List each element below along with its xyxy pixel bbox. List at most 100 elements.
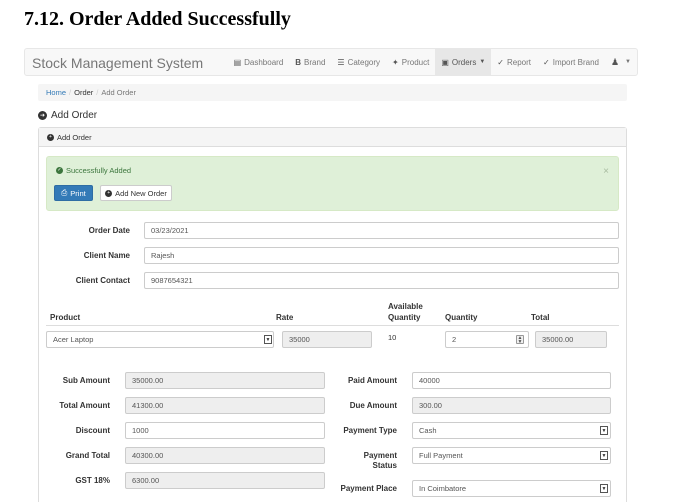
print-button[interactable]: ⎙ Print (54, 185, 93, 201)
table-divider (46, 325, 619, 326)
payment-place-value: In Coimbatore (419, 484, 467, 493)
circle-arrow-icon: ➜ (38, 111, 47, 120)
due-amount-label: Due Amount (349, 401, 397, 410)
payment-type-label: Payment Type (343, 426, 397, 435)
check-icon: ✓ (497, 57, 504, 67)
paid-amount-input[interactable]: 40000 (412, 372, 611, 389)
grand-total-label: Grand Total (65, 451, 110, 460)
breadcrumb-home[interactable]: Home (46, 88, 66, 97)
breadcrumb-current: Add Order (101, 88, 136, 97)
alert-text: Successfully Added (66, 166, 132, 175)
nav-item-label: Orders (451, 57, 477, 67)
alert-message: ✓ Successfully Added (56, 166, 131, 175)
check-icon: ✓ (543, 57, 550, 67)
column-header-available-line2: Quantity (388, 313, 421, 322)
nav-item-label: Dashboard (244, 57, 284, 67)
product-select[interactable]: Acer Laptop (46, 331, 274, 348)
pushpin-icon: ✦ (392, 57, 399, 67)
quantity-stepper[interactable]: 2 ▲ ▼ (445, 331, 529, 348)
navbar-brand[interactable]: Stock Management System (32, 55, 203, 71)
nav-item-import-brand[interactable]: ✓ Import Brand (537, 49, 605, 75)
discount-label: Discount (75, 426, 110, 435)
order-date-label: Order Date (88, 226, 130, 235)
nav-item-label: Product (401, 57, 430, 67)
nav-item-dashboard[interactable]: ▤ Dashboard (228, 49, 290, 75)
quantity-value: 2 (452, 335, 457, 344)
document-heading: 7.12. Order Added Successfully (24, 8, 291, 30)
payment-place-label: Payment Place (340, 484, 397, 493)
page-title: ➜ Add Order (38, 110, 97, 121)
print-button-label: Print (70, 188, 86, 198)
rate-field: 35000 (282, 331, 372, 348)
payment-type-select[interactable]: Cash (412, 422, 611, 439)
total-field: 35000.00 (535, 331, 607, 348)
add-new-order-label: Add New Order (115, 188, 167, 198)
nav-item-user[interactable]: ♟ ▼ (605, 49, 637, 75)
payment-status-label-1: Payment (363, 451, 397, 460)
paid-amount-label: Paid Amount (347, 376, 397, 385)
dropdown-arrow-icon[interactable]: ▼ (600, 426, 608, 435)
due-amount-field: 300.00 (412, 397, 611, 414)
bold-b-icon: B (295, 57, 302, 67)
nav-items: ▤ Dashboard B Brand ☰ Category ✦ Product… (228, 49, 637, 75)
page-title-text: Add Order (51, 110, 98, 121)
nav-item-label: Brand (304, 57, 326, 67)
caret-down-icon: ▼ (479, 59, 486, 65)
navbar: Stock Management System ▤ Dashboard B Br… (24, 48, 638, 76)
sub-amount-label: Sub Amount (62, 376, 110, 385)
payment-status-value: Full Payment (419, 451, 463, 460)
product-select-value: Acer Laptop (53, 335, 94, 344)
column-header-quantity: Quantity (445, 313, 478, 322)
column-header-product: Product (50, 313, 81, 322)
nav-item-label: Import Brand (552, 57, 599, 67)
available-quantity-value: 10 (388, 333, 397, 342)
dropdown-arrow-icon[interactable]: ▼ (600, 484, 608, 493)
total-amount-field: 41300.00 (125, 397, 325, 414)
client-contact-label: Client Contact (75, 276, 130, 285)
column-header-available-line1: Available (388, 302, 423, 311)
client-name-input[interactable]: Rajesh (144, 247, 619, 264)
gst-label: GST 18% (75, 476, 110, 485)
grand-total-field: 40300.00 (125, 447, 325, 464)
discount-input[interactable]: 1000 (125, 422, 325, 439)
nav-item-label: Report (507, 57, 532, 67)
payment-place-select[interactable]: In Coimbatore (412, 480, 611, 497)
column-header-rate: Rate (276, 313, 294, 322)
nav-item-brand[interactable]: B Brand (289, 49, 331, 75)
plus-circle-icon: + (47, 133, 54, 141)
breadcrumb-order[interactable]: Order (74, 88, 93, 97)
cart-icon: ▣ (441, 57, 449, 67)
close-icon[interactable]: × (603, 166, 609, 177)
client-contact-input[interactable]: 9087654321 (144, 272, 619, 289)
breadcrumb: Home / Order / Add Order (38, 84, 627, 101)
nav-item-label: Category (347, 57, 381, 67)
dropdown-arrow-icon[interactable]: ▼ (600, 451, 608, 460)
nav-item-report[interactable]: ✓ Report (491, 49, 537, 75)
th-list-icon: ☰ (337, 57, 345, 67)
sub-amount-field: 35000.00 (125, 372, 325, 389)
breadcrumb-separator: / (69, 88, 72, 97)
nav-item-orders[interactable]: ▣ Orders ▼ (435, 49, 492, 75)
panel-heading: + Add Order (39, 128, 626, 147)
plus-circle-icon: + (105, 189, 113, 197)
payment-status-select[interactable]: Full Payment (412, 447, 611, 464)
caret-down-icon: ▼ (625, 59, 631, 65)
nav-item-category[interactable]: ☰ Category (331, 49, 386, 75)
payment-status-label-2: Status (372, 461, 397, 470)
success-alert: ✓ Successfully Added × (46, 156, 619, 211)
add-new-order-button[interactable]: + Add New Order (100, 185, 172, 201)
print-icon: ⎙ (61, 188, 68, 197)
column-header-total: Total (531, 313, 550, 322)
gst-field: 6300.00 (125, 472, 325, 489)
dropdown-arrow-icon[interactable]: ▼ (264, 335, 272, 344)
list-icon: ▤ (233, 57, 242, 67)
spinner-icon[interactable]: ▲ ▼ (516, 335, 524, 344)
nav-item-product[interactable]: ✦ Product (386, 49, 435, 75)
total-amount-label: Total Amount (59, 401, 110, 410)
ok-circle-icon: ✓ (56, 167, 63, 174)
breadcrumb-separator: / (96, 88, 99, 97)
user-icon: ♟ (610, 56, 620, 67)
order-date-input[interactable]: 03/23/2021 (144, 222, 619, 239)
client-name-label: Client Name (83, 251, 130, 260)
payment-type-value: Cash (419, 426, 437, 435)
